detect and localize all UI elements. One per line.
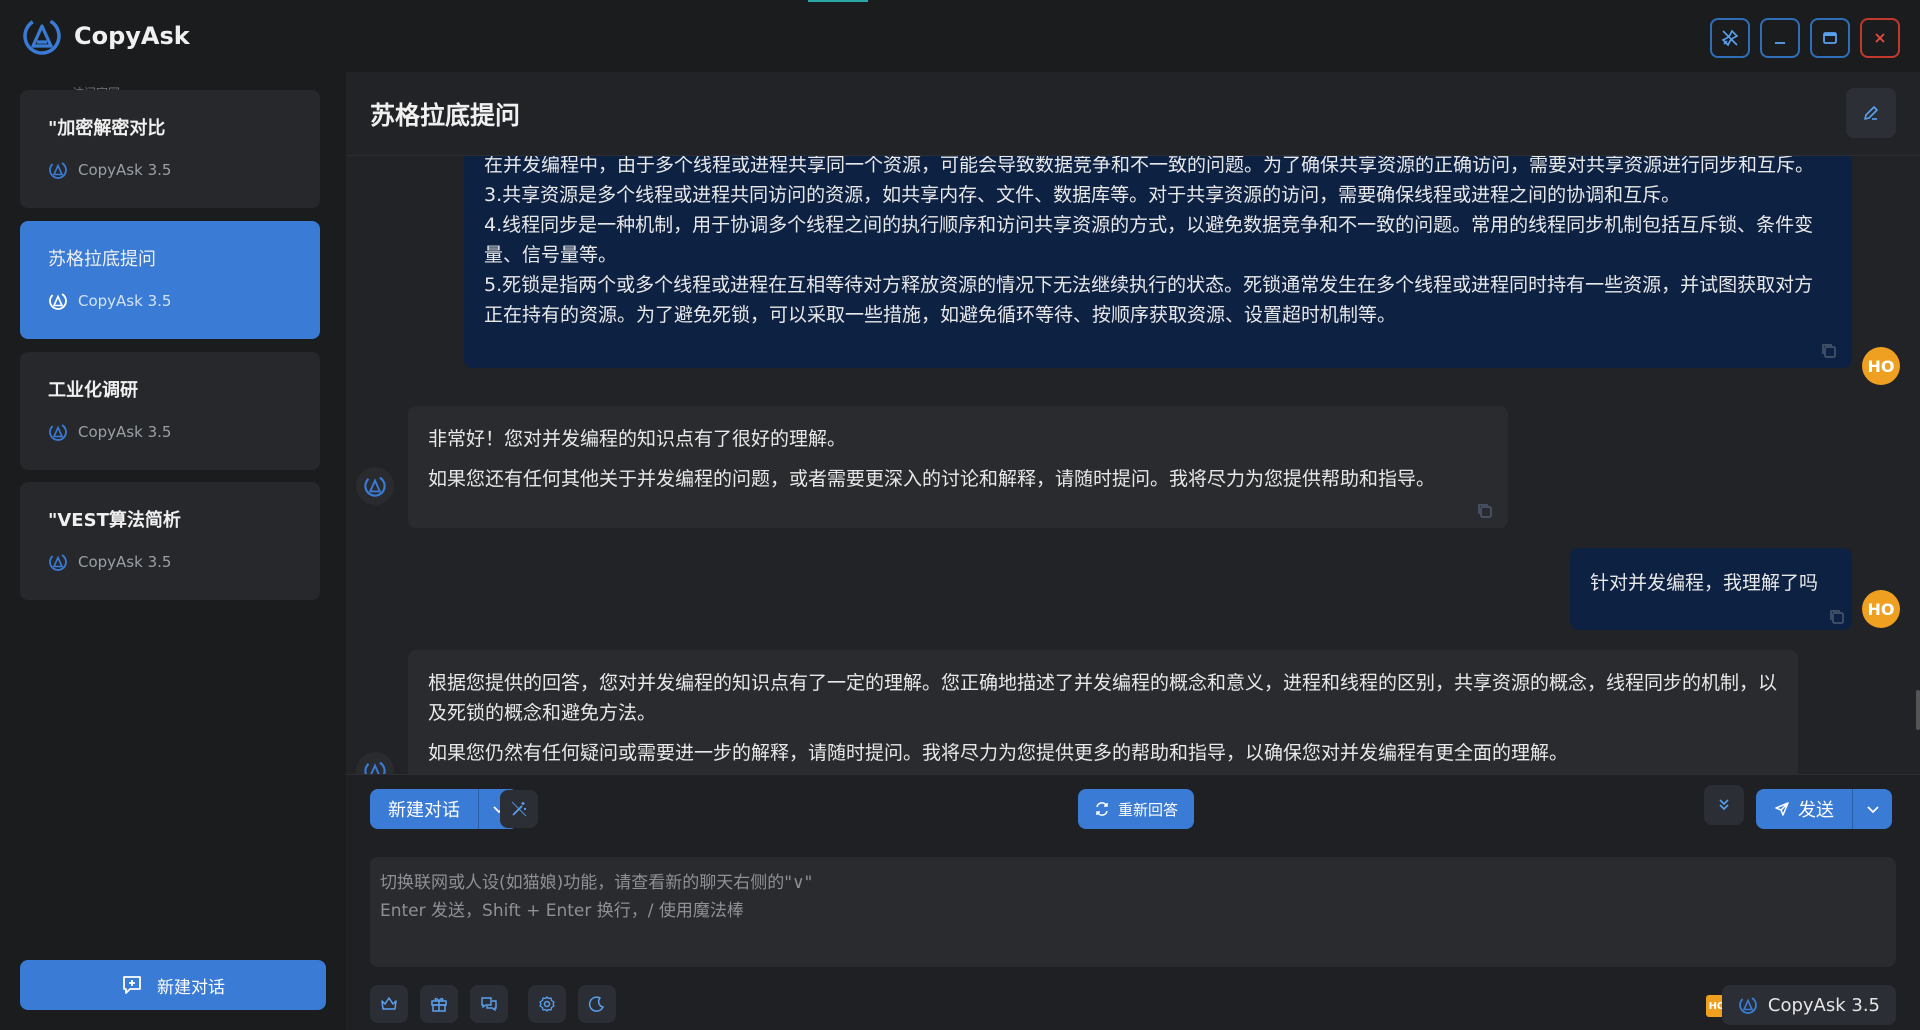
page-title: 苏格拉底提问 bbox=[370, 101, 521, 130]
conversation-item[interactable]: "加密解密对比 CopyAsk 3.5 bbox=[20, 90, 320, 208]
new-chat-icon bbox=[123, 976, 141, 994]
message-paragraph: 如果您还有任何其他关于并发编程的问题，或者需要更深入的讨论和解释，请随时提问。我… bbox=[428, 468, 1436, 490]
new-chat-split-button: 新建对话 bbox=[370, 789, 518, 829]
conversation-item[interactable]: 工业化调研 CopyAsk 3.5 bbox=[20, 352, 320, 470]
copyask-logo-icon bbox=[49, 553, 67, 571]
edit-icon bbox=[1864, 106, 1878, 120]
conversation-model: CopyAsk 3.5 bbox=[78, 423, 172, 441]
send-label: 发送 bbox=[1798, 800, 1834, 821]
theme-toggle-button[interactable] bbox=[578, 985, 616, 1023]
refresh-icon bbox=[1096, 802, 1108, 816]
assistant-message: 非常好！您对并发编程的知识点有了很好的理解。 如果您还有任何其他关于并发编程的问… bbox=[408, 406, 1508, 528]
user-message: 在并发编程中，由于多个线程或进程共享同一个资源，可能会导致数据竞争和不一致的问题… bbox=[464, 156, 1852, 368]
settings-icon bbox=[539, 996, 555, 1012]
chat-bubbles-icon bbox=[481, 997, 497, 1012]
user-message: 针对并发编程，我理解了吗 bbox=[1570, 548, 1852, 630]
scroll-to-bottom-button[interactable] bbox=[1704, 785, 1744, 825]
copyask-logo-icon bbox=[364, 475, 386, 497]
send-icon bbox=[1775, 802, 1789, 816]
composer-toolbar bbox=[370, 985, 616, 1023]
message-paragraph: 根据您提供的回答，您对并发编程的知识点有了一定的理解。您正确地描述了并发编程的概… bbox=[428, 672, 1778, 724]
app-title: CopyAsk bbox=[74, 22, 190, 50]
copyask-logo-icon bbox=[1738, 996, 1757, 1014]
chat-header: 苏格拉底提问 bbox=[346, 72, 1920, 156]
settings-button[interactable] bbox=[528, 985, 566, 1023]
message-line: 5.死锁是指两个或多个线程或进程在互相等待对方释放资源的情况下无法继续执行的状态… bbox=[484, 274, 1814, 326]
magic-wand-icon bbox=[511, 801, 527, 817]
composer-new-chat-label: 新建对话 bbox=[388, 800, 460, 821]
composer: 新建对话 重新回答 发送 切换联网或人设(如猫娘)功能，请查看新的聊天右侧的"∨… bbox=[346, 774, 1920, 1030]
minimize-icon bbox=[1775, 42, 1785, 44]
chevron-down-icon bbox=[1866, 806, 1879, 814]
moon-icon bbox=[588, 996, 605, 1012]
edit-title-button[interactable] bbox=[1846, 88, 1896, 138]
conversation-title: 工业化调研 bbox=[48, 380, 138, 401]
title-bar: CopyAsk bbox=[0, 0, 1920, 72]
send-options-dropdown-button[interactable] bbox=[1852, 789, 1892, 829]
assistant-message: 根据您提供的回答，您对并发编程的知识点有了一定的理解。您正确地描述了并发编程的概… bbox=[408, 650, 1798, 774]
sidebar: 访问官网 "加密解密对比 CopyAsk 3.5 苏格拉底提问 CopyAsk … bbox=[0, 72, 346, 1030]
chat-scrollbar[interactable] bbox=[1916, 690, 1920, 730]
conversation-title: "加密解密对比 bbox=[48, 118, 166, 139]
crown-icon bbox=[381, 997, 397, 1010]
message-line: 4.线程同步是一种机制，用于协调多个线程之间的执行顺序和访问共享资源的方式，以避… bbox=[484, 214, 1814, 266]
input-placeholder-line: 切换联网或人设(如猫娘)功能，请查看新的聊天右侧的"∨" bbox=[380, 873, 813, 893]
conversation-model: CopyAsk 3.5 bbox=[78, 553, 172, 571]
copyask-logo-icon bbox=[364, 760, 386, 774]
regenerate-button[interactable]: 重新回答 bbox=[1078, 789, 1195, 829]
close-icon bbox=[1875, 33, 1885, 43]
close-button[interactable] bbox=[1860, 18, 1900, 58]
maximize-button[interactable] bbox=[1810, 18, 1850, 58]
message-line: 3.共享资源是多个线程或进程共同访问的资源，如共享内存、文件、数据库等。对于共享… bbox=[484, 184, 1681, 206]
copyask-logo-icon bbox=[49, 423, 67, 441]
message-paragraph: 非常好！您对并发编程的知识点有了很好的理解。 bbox=[428, 428, 847, 450]
regenerate-label: 重新回答 bbox=[1118, 800, 1179, 819]
chats-button[interactable] bbox=[470, 985, 508, 1023]
copyask-logo-icon bbox=[49, 292, 67, 310]
maximize-icon bbox=[1823, 32, 1837, 44]
model-name: CopyAsk 3.5 bbox=[1767, 994, 1880, 1016]
copy-icon[interactable] bbox=[1476, 502, 1494, 520]
main-panel: 苏格拉底提问 在并发编程中，由于多个线程或进程共享同一个资源，可能会导致数据竞争… bbox=[346, 72, 1920, 1030]
conversation-title: 苏格拉底提问 bbox=[48, 249, 156, 270]
new-chat-button[interactable]: 新建对话 bbox=[20, 960, 326, 1010]
send-button[interactable]: 发送 bbox=[1756, 789, 1852, 829]
conversation-item-active[interactable]: 苏格拉底提问 CopyAsk 3.5 bbox=[20, 221, 320, 339]
message-line: 在并发编程中，由于多个线程或进程共享同一个资源，可能会导致数据竞争和不一致的问题… bbox=[484, 156, 1815, 176]
magic-wand-button[interactable] bbox=[500, 790, 538, 828]
chat-messages[interactable]: 在并发编程中，由于多个线程或进程共享同一个资源，可能会导致数据竞争和不一致的问题… bbox=[346, 156, 1920, 774]
user-avatar: HO bbox=[1862, 347, 1900, 385]
copyask-logo-icon bbox=[23, 17, 61, 55]
premium-button[interactable] bbox=[370, 985, 408, 1023]
gift-icon bbox=[431, 997, 447, 1012]
composer-new-chat-button[interactable]: 新建对话 bbox=[370, 789, 478, 829]
copy-icon[interactable] bbox=[1820, 342, 1838, 360]
model-selector[interactable]: CopyAsk 3.5 bbox=[1721, 985, 1896, 1025]
double-chevron-down-icon bbox=[1719, 799, 1729, 811]
pin-button[interactable] bbox=[1710, 18, 1750, 58]
pin-icon bbox=[1721, 29, 1739, 47]
copy-icon[interactable] bbox=[1828, 608, 1846, 626]
active-tab-indicator bbox=[808, 0, 868, 2]
conversation-item[interactable]: "VEST算法简析 CopyAsk 3.5 bbox=[20, 482, 320, 600]
assistant-avatar bbox=[356, 752, 394, 774]
user-avatar: HO bbox=[1862, 590, 1900, 628]
minimize-button[interactable] bbox=[1760, 18, 1800, 58]
input-placeholder-line: Enter 发送，Shift + Enter 换行，/ 使用魔法棒 bbox=[380, 901, 744, 921]
new-chat-label: 新建对话 bbox=[157, 977, 225, 998]
message-input[interactable]: 切换联网或人设(如猫娘)功能，请查看新的聊天右侧的"∨" Enter 发送，Sh… bbox=[370, 857, 1896, 967]
copyask-logo-icon bbox=[49, 161, 67, 179]
conversation-title: "VEST算法简析 bbox=[48, 510, 181, 531]
conversation-model: CopyAsk 3.5 bbox=[78, 292, 172, 310]
message-paragraph: 如果您仍然有任何疑问或需要进一步的解释，请随时提问。我将尽力为您提供更多的帮助和… bbox=[428, 742, 1569, 764]
gift-button[interactable] bbox=[420, 985, 458, 1023]
assistant-avatar bbox=[356, 467, 394, 505]
send-split-button: 发送 bbox=[1756, 789, 1892, 829]
conversation-model: CopyAsk 3.5 bbox=[78, 161, 172, 179]
